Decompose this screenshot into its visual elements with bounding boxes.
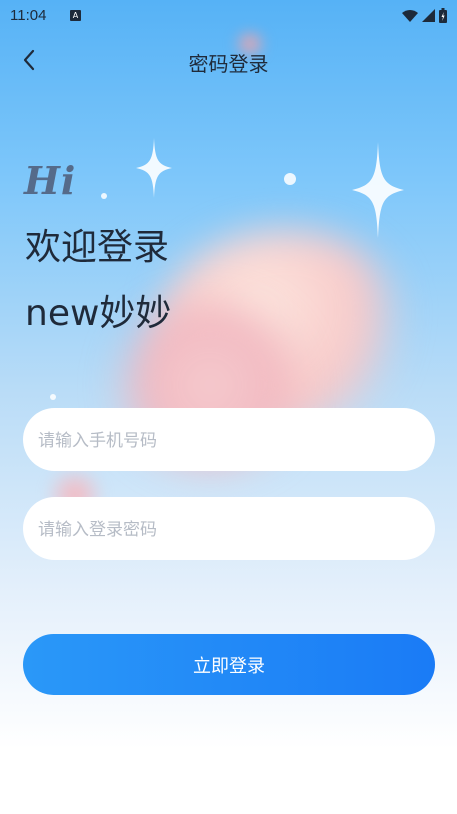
page-title: 密码登录 xyxy=(188,52,269,76)
nav-bar: 密码登录 xyxy=(0,40,457,80)
phone-input[interactable] xyxy=(36,408,426,473)
password-field[interactable] xyxy=(23,497,435,562)
app-name-heading: new妙妙 xyxy=(25,293,172,334)
star-dot xyxy=(101,193,107,199)
heart-cloud xyxy=(160,230,410,430)
password-input[interactable] xyxy=(36,497,426,562)
status-bar: 11:04 A xyxy=(0,0,457,30)
welcome-heading: 欢迎登录 xyxy=(25,227,170,268)
sparkle-icon xyxy=(352,142,404,238)
star-dot xyxy=(284,173,296,185)
sparkle-icon xyxy=(136,138,172,198)
login-button[interactable]: 立即登录 xyxy=(23,634,435,695)
wifi-icon xyxy=(402,9,418,22)
phone-field[interactable] xyxy=(23,408,435,473)
status-icons xyxy=(402,8,447,23)
greeting-hi: Hi xyxy=(24,158,77,203)
signal-icon xyxy=(422,9,435,22)
battery-icon xyxy=(439,8,447,23)
star-dot xyxy=(50,394,56,400)
notification-icon: A xyxy=(70,10,81,21)
status-time: 11:04 xyxy=(10,7,47,24)
